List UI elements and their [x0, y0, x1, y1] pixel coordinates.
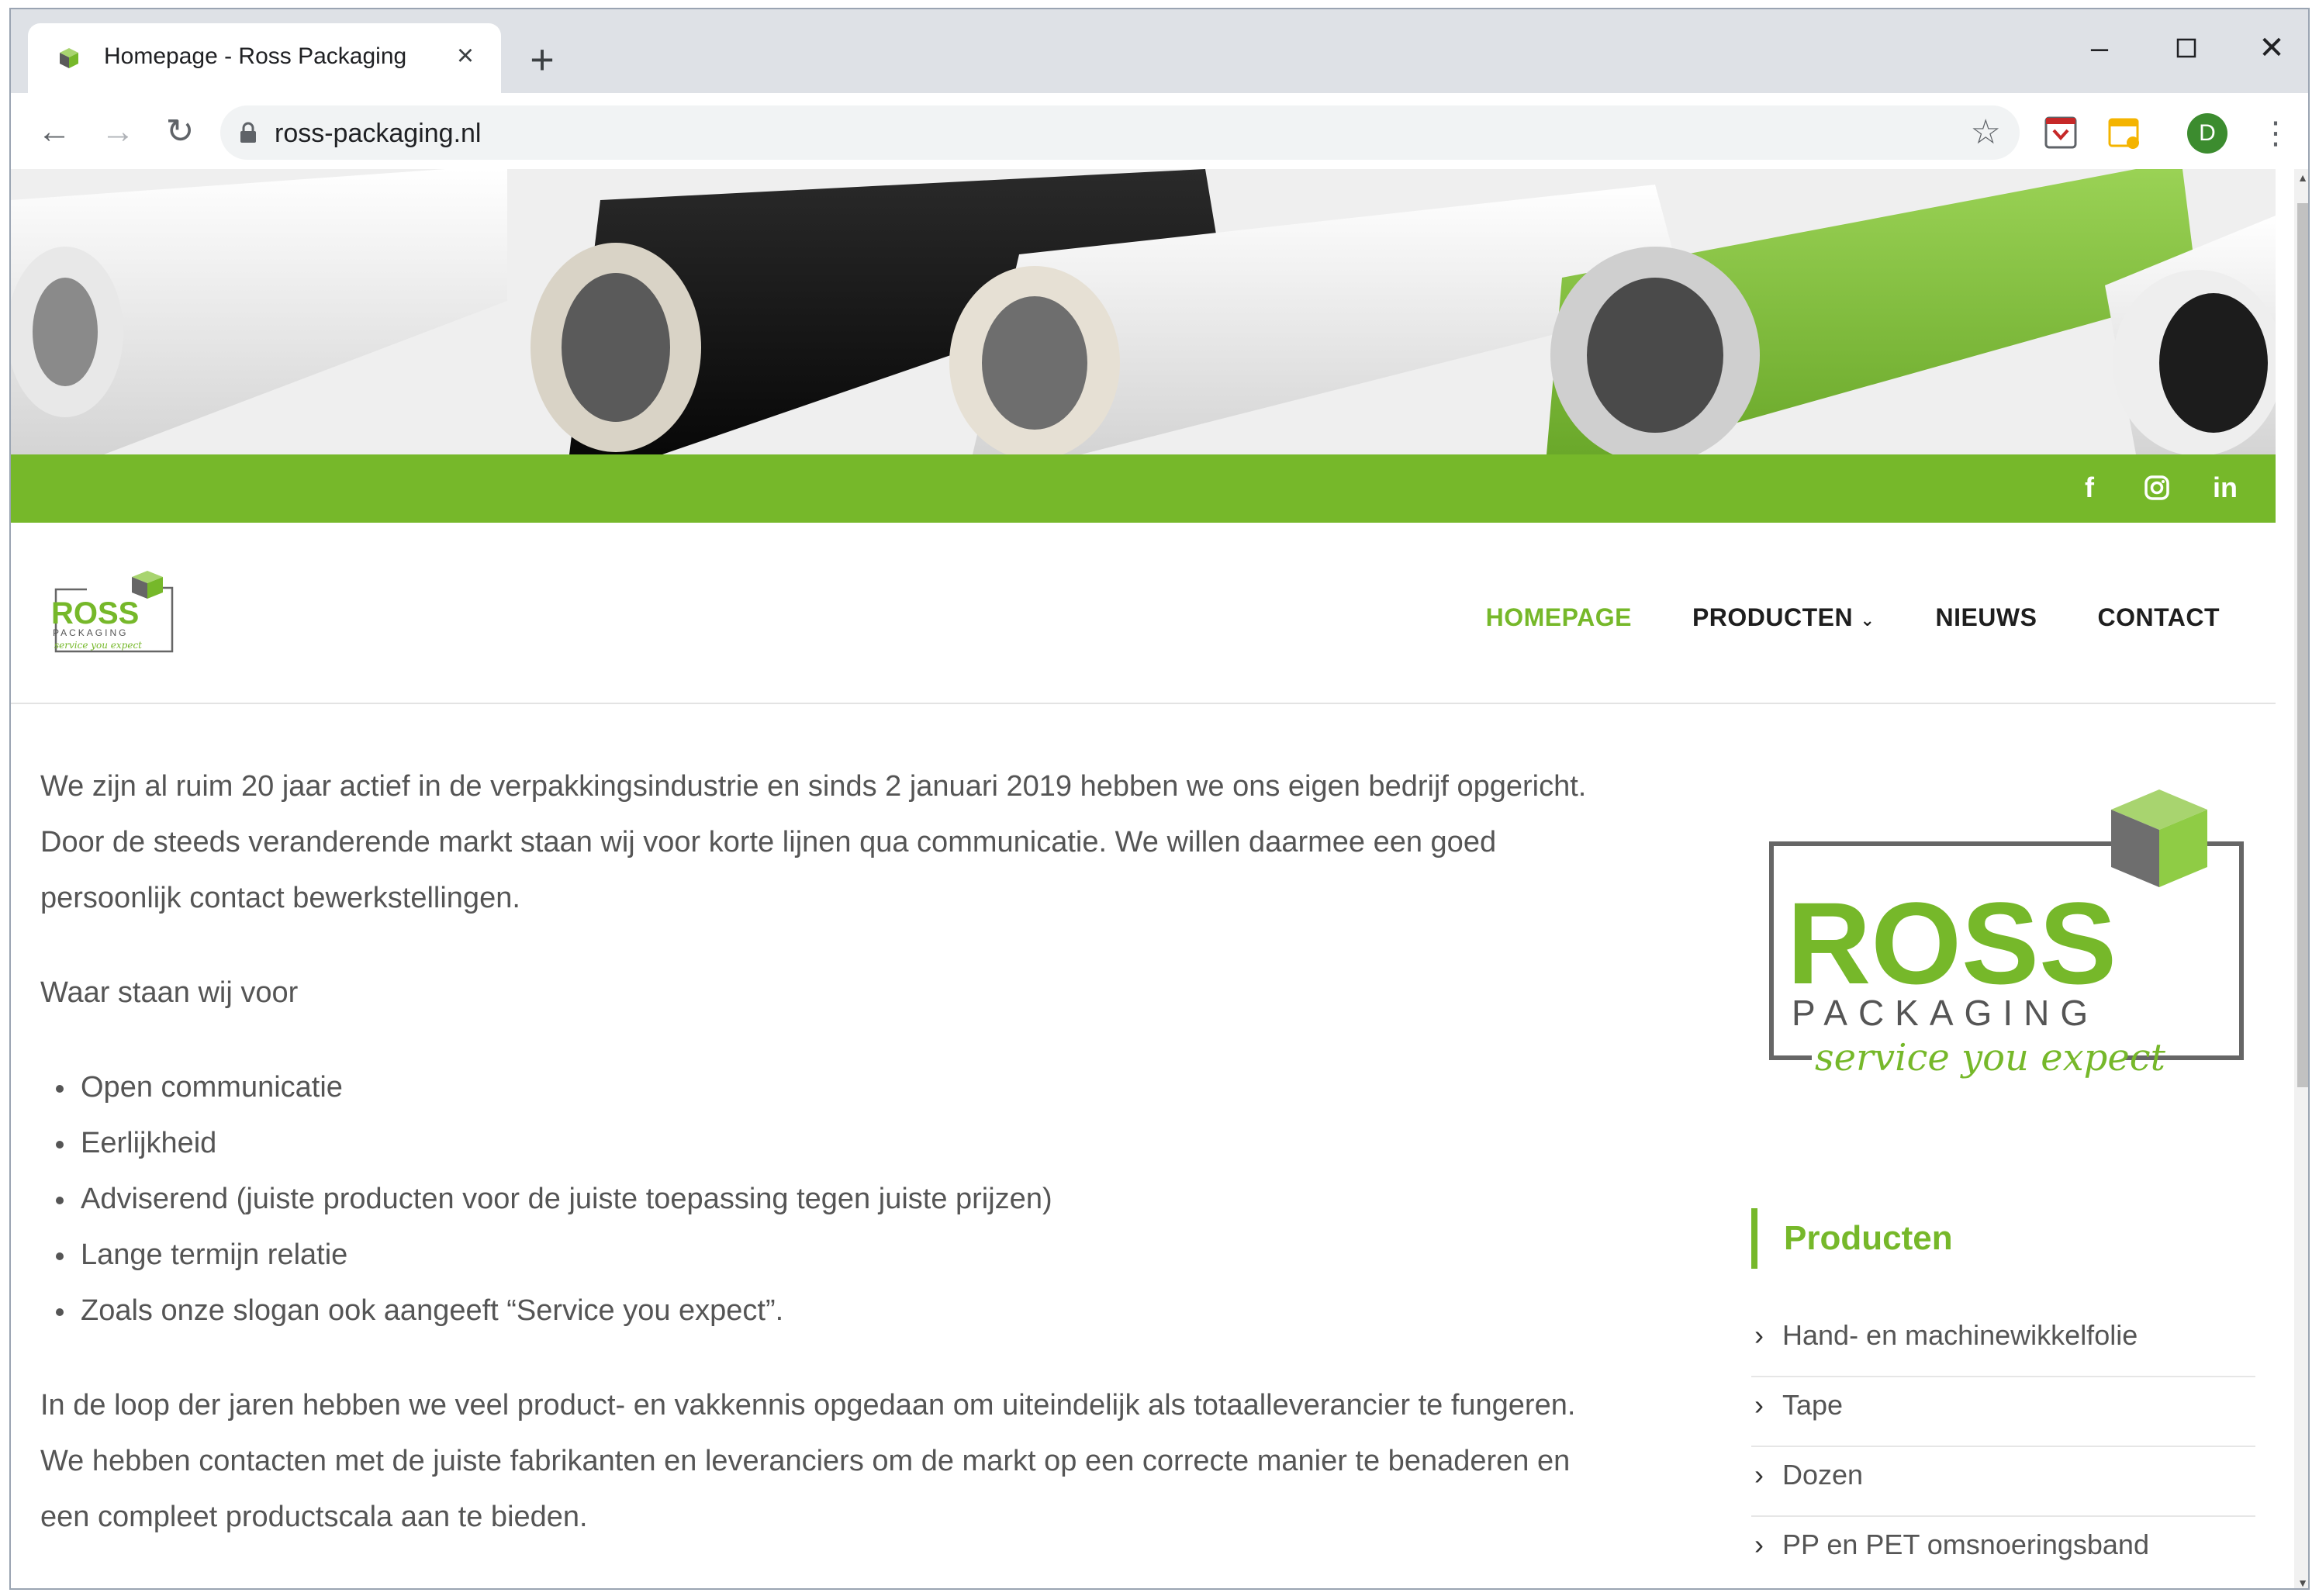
- arrow-left-icon[interactable]: ←: [33, 110, 76, 154]
- calendar-extension-icon[interactable]: [2106, 115, 2142, 150]
- chevron-right-icon: ›: [1754, 1529, 1764, 1560]
- tab-title: Homepage - Ross Packaging: [104, 43, 407, 69]
- browser-toolbar: ← → ↻ ross-packaging.nl ☆ D ⋮: [11, 93, 2308, 169]
- sidebar-product-list: › Hand- en machinewikkelfolie › Tape › D…: [1751, 1308, 2255, 1587]
- scroll-up-icon[interactable]: ▲: [2294, 169, 2308, 186]
- more-vert-icon[interactable]: ⋮: [2260, 112, 2291, 155]
- scrollbar-thumb[interactable]: [2297, 203, 2308, 1087]
- plus-icon[interactable]: +: [523, 39, 562, 81]
- tab-strip: Homepage - Ross Packaging × + – ✕: [11, 9, 2308, 93]
- chevron-right-icon: ›: [1754, 1459, 1764, 1491]
- url-text: ross-packaging.nl: [275, 119, 482, 148]
- instagram-icon[interactable]: [2138, 468, 2176, 507]
- close-icon[interactable]: ×: [450, 40, 481, 71]
- star-icon[interactable]: ☆: [1971, 113, 2001, 152]
- svg-text:ROSS: ROSS: [1787, 878, 2117, 1008]
- sidebar-item-dozen[interactable]: › Dozen: [1751, 1447, 2255, 1517]
- chevron-down-icon: ⌄: [1860, 610, 1875, 630]
- browser-window: Homepage - Ross Packaging × + – ✕ ← → ↻ …: [9, 8, 2310, 1590]
- site-header: ROSS PACKAGING service you expect HOMEPA…: [11, 523, 2276, 704]
- ross-packaging-logo[interactable]: ROSS PACKAGING service you expect: [40, 566, 180, 659]
- browser-tab[interactable]: Homepage - Ross Packaging ×: [28, 23, 501, 93]
- main-nav: HOMEPAGE PRODUCTEN ⌄ NIEUWS CONTACT: [1486, 603, 2220, 632]
- chevron-right-icon: ›: [1754, 1319, 1764, 1351]
- facebook-icon[interactable]: f: [2070, 468, 2109, 507]
- nav-contact[interactable]: CONTACT: [2097, 603, 2220, 632]
- svg-text:PACKAGING: PACKAGING: [1792, 993, 2099, 1033]
- sidebar-item-tape[interactable]: › Tape: [1751, 1377, 2255, 1447]
- nav-producten-label: PRODUCTEN: [1692, 603, 1854, 631]
- svg-text:service you expect: service you expect: [54, 640, 142, 651]
- list-item: Open communicatie: [40, 1059, 1623, 1115]
- list-item: Eerlijkheid: [40, 1115, 1623, 1171]
- sidebar-item-omsnoeringsband[interactable]: › PP en PET omsnoeringsband: [1751, 1517, 2255, 1587]
- page-scrollbar[interactable]: ▲ ▼: [2294, 169, 2308, 1588]
- lock-icon: [240, 122, 256, 143]
- values-heading: Waar staan wij voor: [40, 976, 299, 1009]
- sidebar-item-label: Dozen: [1782, 1459, 1864, 1491]
- sidebar-item-label: Tape: [1782, 1389, 1844, 1421]
- cube-icon: [60, 48, 78, 68]
- arrow-right-icon[interactable]: →: [96, 110, 140, 154]
- stretch-film-rolls-image: [11, 169, 2276, 454]
- minimize-icon[interactable]: –: [2065, 25, 2134, 71]
- values-list: Open communicatie Eerlijkheid Adviserend…: [40, 1059, 1623, 1339]
- reload-icon[interactable]: ↻: [158, 110, 202, 154]
- profile-avatar[interactable]: D: [2187, 113, 2227, 154]
- scroll-down-icon[interactable]: ▼: [2294, 1574, 2308, 1588]
- sidebar-item-wikkelfolie[interactable]: › Hand- en machinewikkelfolie: [1751, 1308, 2255, 1377]
- svg-text:PACKAGING: PACKAGING: [53, 627, 128, 638]
- nav-nieuws[interactable]: NIEUWS: [1935, 603, 2037, 632]
- ross-packaging-large-logo: ROSS PACKAGING service you expect: [1769, 789, 2244, 1080]
- chevron-right-icon: ›: [1754, 1389, 1764, 1421]
- outro-paragraph: In de loop der jaren hebben we veel prod…: [40, 1389, 1576, 1533]
- sidebar-heading: Producten: [1751, 1208, 1953, 1269]
- list-item: Zoals onze slogan ook aangeeft “Service …: [40, 1283, 1623, 1339]
- sidebar-item-label: Hand- en machinewikkelfolie: [1782, 1319, 2138, 1351]
- svg-text:service you expect: service you expect: [1815, 1036, 2166, 1080]
- main-content: We zijn al ruim 20 jaar actief in de ver…: [40, 758, 1623, 1584]
- extension-icon[interactable]: [2043, 115, 2079, 150]
- intro-paragraph: We zijn al ruim 20 jaar actief in de ver…: [40, 770, 1587, 914]
- list-item: Adviserend (juiste producten voor de jui…: [40, 1171, 1623, 1227]
- nav-homepage[interactable]: HOMEPAGE: [1486, 603, 1632, 632]
- list-item: Lange termijn relatie: [40, 1227, 1623, 1283]
- svg-text:ROSS: ROSS: [51, 596, 139, 630]
- address-bar[interactable]: ross-packaging.nl ☆: [220, 105, 2020, 160]
- linkedin-icon[interactable]: in: [2206, 468, 2245, 507]
- nav-producten[interactable]: PRODUCTEN ⌄: [1692, 603, 1875, 632]
- maximize-icon[interactable]: [2151, 25, 2221, 71]
- hero-image: [11, 169, 2276, 454]
- page-viewport: f in ROSS PACKAGING service you expect H…: [11, 169, 2294, 1588]
- sidebar-item-label: PP en PET omsnoeringsband: [1782, 1529, 2149, 1560]
- window-close-icon[interactable]: ✕: [2237, 25, 2307, 71]
- social-bar: f in: [11, 454, 2276, 523]
